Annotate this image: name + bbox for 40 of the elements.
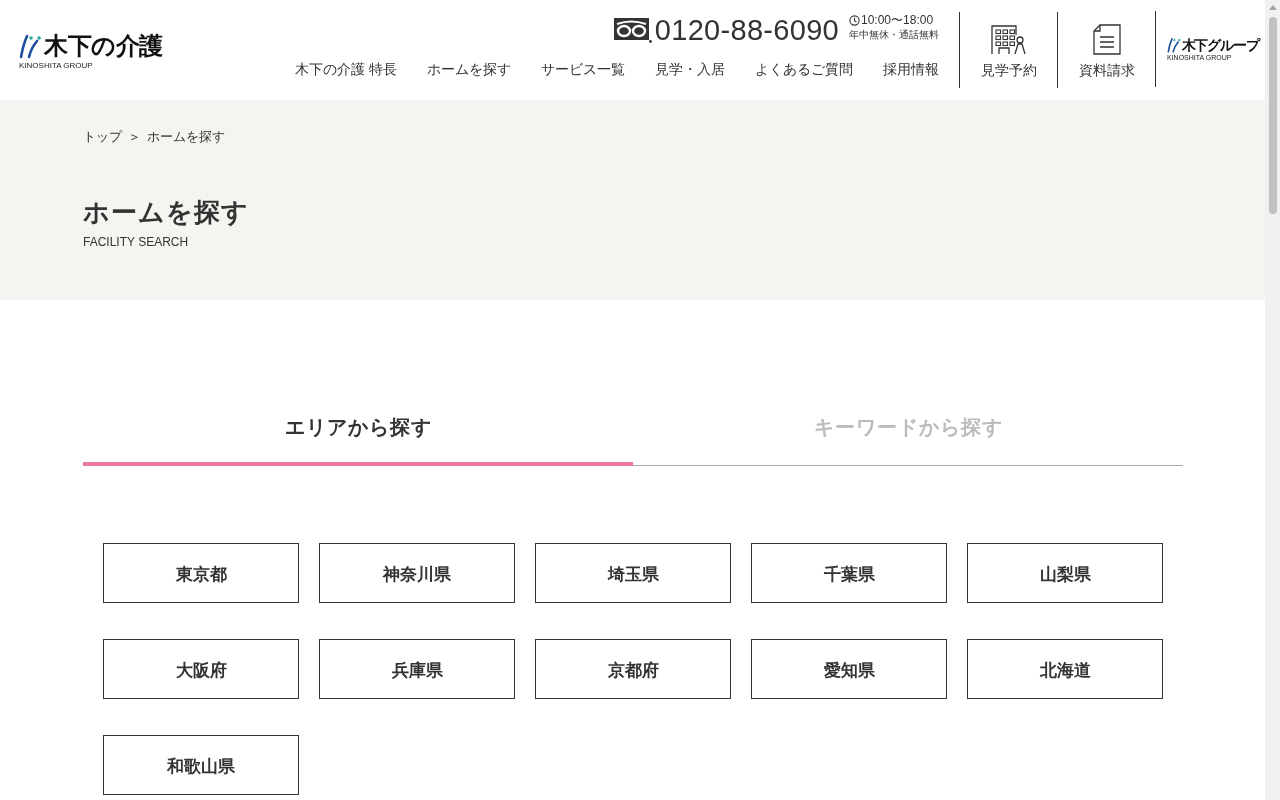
breadcrumb-separator: ＞ [128, 128, 141, 145]
area-button[interactable]: 兵庫県 [319, 639, 515, 699]
scrollbar[interactable] [1265, 0, 1280, 800]
logo-mark-icon [1167, 36, 1181, 53]
scrollbar-thumb[interactable] [1268, 17, 1277, 214]
nav-link[interactable]: 木下の介護 特長 [294, 60, 397, 78]
page-title: ホームを探す [83, 196, 249, 229]
search-tab[interactable]: エリアから探す [83, 390, 633, 466]
area-button[interactable]: 京都府 [535, 639, 731, 699]
brochure-request-button[interactable]: 資料請求 [1057, 12, 1155, 88]
area-button[interactable]: 愛知県 [751, 639, 947, 699]
area-button[interactable]: 和歌山県 [103, 735, 299, 795]
area-button[interactable]: 千葉県 [751, 543, 947, 603]
visit-booking-button[interactable]: 見学予約 [959, 12, 1057, 88]
page-subtitle: FACILITY SEARCH [83, 235, 189, 250]
area-button[interactable]: 埼玉県 [535, 543, 731, 603]
business-hours: 10:00〜18:00 [861, 13, 934, 27]
logo-mark-icon [19, 32, 42, 59]
document-icon [1092, 24, 1121, 55]
area-button[interactable]: 北海道 [967, 639, 1163, 699]
group-logo-text: 木下グループ [1181, 35, 1259, 54]
logo-text[interactable]: 木下の介護 [44, 31, 163, 60]
breadcrumb-link[interactable]: トップ [83, 128, 122, 145]
logo-subtitle: KINOSHITA GROUP [19, 60, 93, 71]
nav-link[interactable]: 採用情報 [883, 60, 939, 78]
area-button[interactable]: 東京都 [103, 543, 299, 603]
area-button[interactable]: 神奈川県 [319, 543, 515, 603]
nav-link[interactable]: 見学・入居 [655, 60, 725, 78]
area-button[interactable]: 山梨県 [967, 543, 1163, 603]
phone-number: 0120-88-6090 [654, 13, 839, 47]
free-dial-icon [613, 17, 652, 43]
clock-icon [849, 14, 860, 26]
nav-link[interactable]: ホームを探す [427, 60, 511, 78]
building-person-icon [990, 25, 1027, 55]
nav-link[interactable]: サービス一覧 [541, 60, 625, 78]
breadcrumb-current: ホームを探す [147, 128, 225, 145]
area-button[interactable]: 大阪府 [103, 639, 299, 699]
scroll-up-arrow-icon[interactable] [1268, 5, 1277, 10]
hours-note: 年中無休・通話無料 [849, 28, 939, 41]
nav-link[interactable]: よくあるご質問 [755, 60, 853, 78]
